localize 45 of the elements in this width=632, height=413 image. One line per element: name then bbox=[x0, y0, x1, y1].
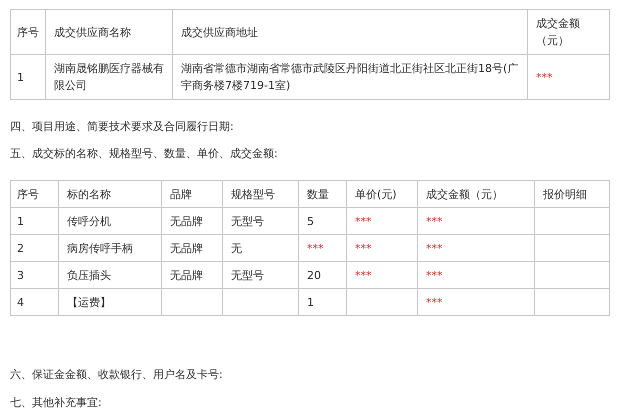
table-cell: 20 bbox=[298, 262, 346, 288]
table-cell: 无 bbox=[222, 234, 298, 262]
column-header: 成交金额（元） bbox=[528, 10, 610, 54]
column-header: 规格型号 bbox=[222, 180, 298, 208]
section-heading: 七、其他补充事宜: bbox=[10, 395, 103, 411]
masked-value: *** bbox=[418, 262, 534, 288]
table-cell: 无品牌 bbox=[162, 262, 222, 288]
table-cell: 湖南晟铭鹏医疗器械有限公司 bbox=[46, 54, 172, 100]
table-cell: 3 bbox=[10, 262, 58, 288]
table-cell: 负压插头 bbox=[58, 262, 162, 288]
section-heading: 四、项目用途、简要技术要求及合同履行日期: bbox=[10, 119, 235, 135]
table-cell: 无型号 bbox=[222, 208, 298, 234]
table-cell: 1 bbox=[10, 54, 46, 100]
masked-value: *** bbox=[418, 288, 534, 316]
column-header: 成交金额（元） bbox=[418, 180, 534, 208]
column-header: 单价(元) bbox=[346, 180, 418, 208]
table-cell: 1 bbox=[10, 208, 58, 234]
table-cell: 无品牌 bbox=[162, 208, 222, 234]
column-header: 序号 bbox=[10, 180, 58, 208]
table-cell: 无型号 bbox=[222, 262, 298, 288]
column-header: 报价明细 bbox=[534, 180, 610, 208]
masked-value: *** bbox=[346, 208, 418, 234]
table-cell: 4 bbox=[10, 288, 58, 316]
masked-value: *** bbox=[528, 54, 610, 100]
table-cell: 无品牌 bbox=[162, 234, 222, 262]
table-cell: 传呼分机 bbox=[58, 208, 162, 234]
table-cell: 病房传呼手柄 bbox=[58, 234, 162, 262]
masked-value: *** bbox=[346, 234, 418, 262]
masked-value: *** bbox=[346, 262, 418, 288]
table-cell: 【运费】 bbox=[58, 288, 162, 316]
column-header: 成交供应商地址 bbox=[172, 10, 528, 54]
table-cell: 5 bbox=[298, 208, 346, 234]
column-header: 成交供应商名称 bbox=[46, 10, 172, 54]
table-cell: 1 bbox=[298, 288, 346, 316]
column-header: 数量 bbox=[298, 180, 346, 208]
masked-value: *** bbox=[418, 208, 534, 234]
column-header: 标的名称 bbox=[58, 180, 162, 208]
table-cell: 湖南省常德市湖南省常德市武陵区丹阳街道北正街社区北正街18号(广宇商务楼7楼719-1室) bbox=[172, 54, 528, 100]
section-heading: 六、保证金金额、收款银行、用户名及卡号: bbox=[10, 367, 224, 383]
table-cell: 2 bbox=[10, 234, 58, 262]
masked-value: *** bbox=[418, 234, 534, 262]
section-heading: 五、成交标的名称、规格型号、数量、单价、成交金额: bbox=[10, 146, 279, 162]
masked-value: *** bbox=[298, 234, 346, 262]
column-header: 品牌 bbox=[162, 180, 222, 208]
column-header: 序号 bbox=[10, 10, 46, 54]
